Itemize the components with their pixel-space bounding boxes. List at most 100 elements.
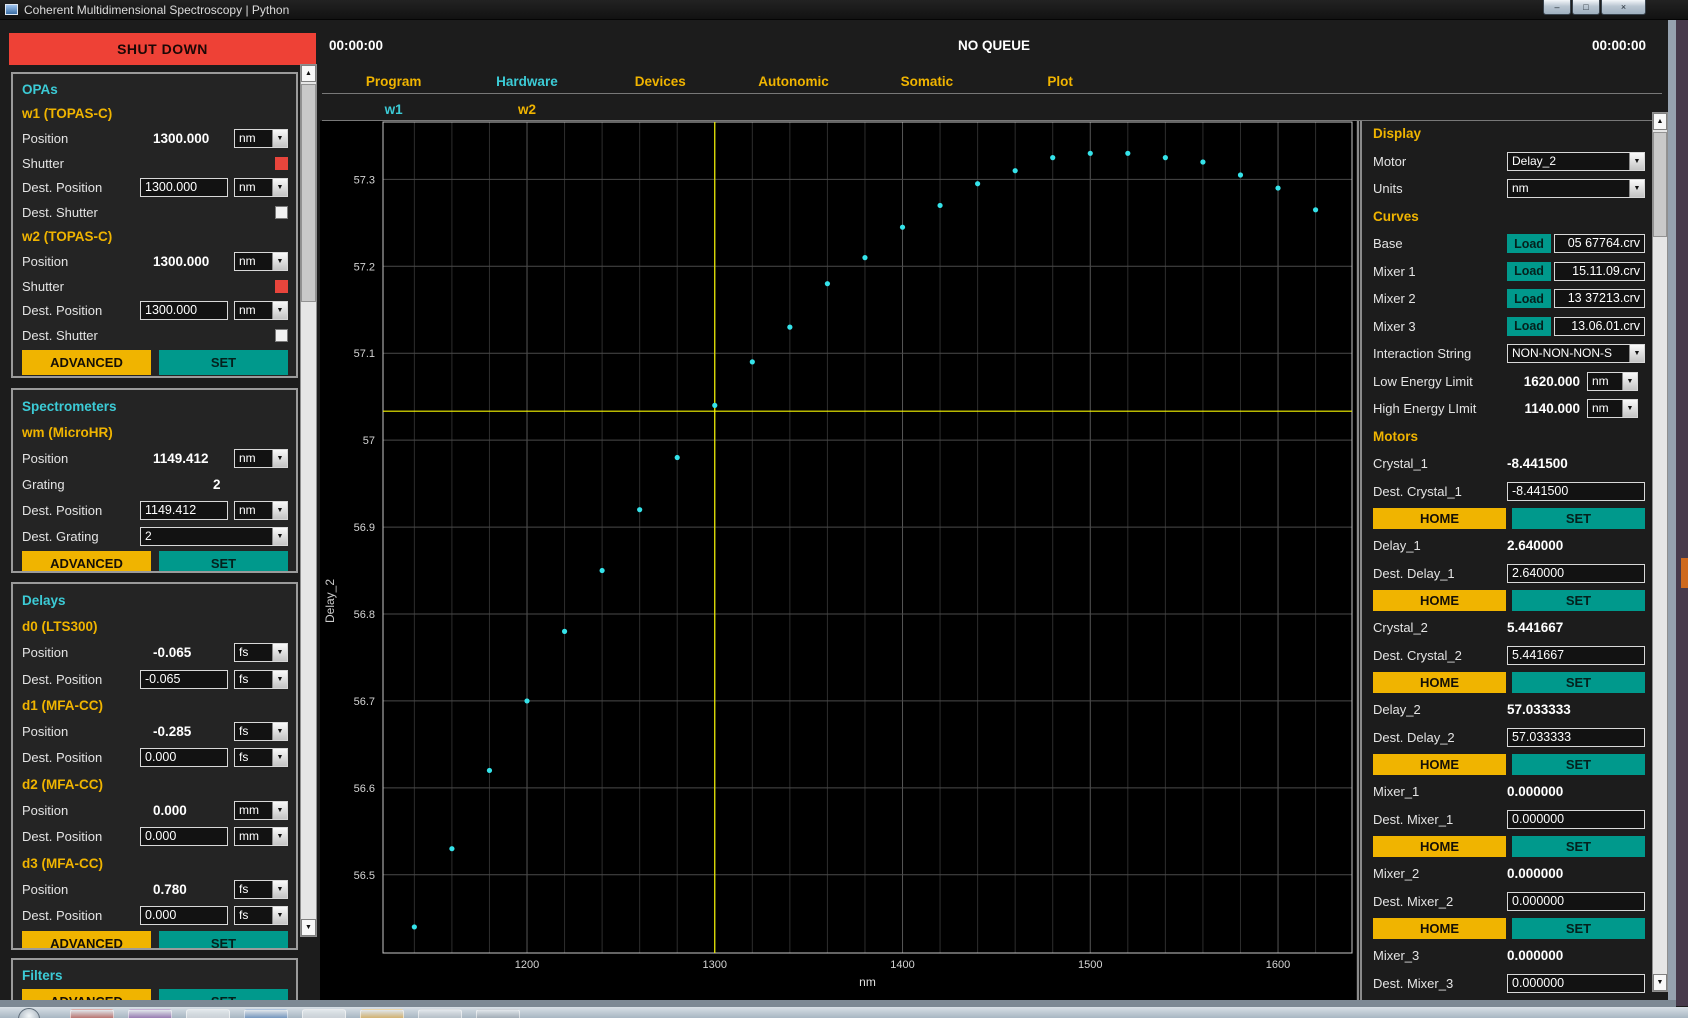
base-load-button[interactable]: Load (1507, 234, 1551, 253)
mixer-1-home-button[interactable]: HOME (1373, 836, 1506, 857)
dest-position-input[interactable]: 1300.000 (140, 301, 228, 320)
subtab-w2[interactable]: w2 (460, 102, 593, 117)
right-scrollbar[interactable]: ▲ ▼ (1652, 112, 1668, 992)
delay-2-set-button[interactable]: SET (1512, 754, 1645, 775)
motor-row-mixer-3: Mixer_30.000000 (1373, 942, 1645, 970)
position-units-dropdown[interactable]: nm▼ (234, 252, 288, 271)
mixer-2-home-button[interactable]: HOME (1373, 918, 1506, 939)
motor-dropdown[interactable]: Delay_2 ▼ (1507, 152, 1645, 171)
scroll-down-icon[interactable]: ▼ (1653, 974, 1667, 991)
dest-position-input[interactable]: 0.000 (140, 827, 228, 846)
dest-delay-1-input[interactable]: 2.640000 (1507, 564, 1645, 583)
taskbar-app-2[interactable] (128, 1009, 172, 1018)
mixer-2-file-input[interactable]: 13 37213.crv (1554, 289, 1645, 308)
tab-hardware[interactable]: Hardware (460, 74, 593, 89)
dest-shutter-checkbox[interactable] (275, 206, 288, 219)
base-file-input[interactable]: 05 67764.crv (1554, 234, 1645, 253)
interaction-dropdown[interactable]: NON-NON-NON-S ▼ (1507, 344, 1645, 363)
mixer-1-load-button[interactable]: Load (1507, 262, 1551, 281)
mixer-1-file-name: 15.11.09.crv (1572, 264, 1640, 279)
crystal-2-home-button[interactable]: HOME (1373, 672, 1506, 693)
taskbar-app-3[interactable] (186, 1009, 230, 1018)
position-units-dropdown[interactable]: nm▼ (234, 449, 288, 468)
position-units-dropdown[interactable]: fs▼ (234, 643, 288, 662)
maximize-icon[interactable]: □ (1572, 0, 1600, 15)
left-scrollbar[interactable]: ▲ ▼ (300, 64, 317, 937)
taskbar-app-1[interactable] (70, 1009, 114, 1018)
mixer-3-load-button[interactable]: Load (1507, 317, 1551, 336)
position-units-dropdown[interactable]: nm▼ (234, 129, 288, 148)
dest-position-input[interactable]: 1300.000 (140, 178, 228, 197)
crystal-1-set-button[interactable]: SET (1512, 508, 1645, 529)
tab-somatic[interactable]: Somatic (860, 74, 993, 89)
dest-position-units-dropdown[interactable]: nm▼ (234, 178, 288, 197)
dest-delay-2-input[interactable]: 57.033333 (1507, 728, 1645, 747)
dest-position-units-dropdown[interactable]: fs▼ (234, 748, 288, 767)
dest-position-units-dropdown[interactable]: nm▼ (234, 301, 288, 320)
taskbar-app-7[interactable] (418, 1009, 462, 1018)
dest-grating-dropdown[interactable]: 2▼ (140, 527, 288, 546)
shutdown-button[interactable]: SHUT DOWN (9, 33, 316, 65)
dest-position-input[interactable]: 1149.412 (140, 501, 228, 520)
plot-canvas[interactable]: 1200130014001500160056.556.656.756.856.9… (320, 121, 1356, 1002)
dest-crystal-2-input[interactable]: 5.441667 (1507, 646, 1645, 665)
set-button[interactable]: SET (159, 350, 288, 375)
taskbar-app-6[interactable] (360, 1009, 404, 1018)
delay-1-home-button[interactable]: HOME (1373, 590, 1506, 611)
motor-buttons-crystal-2: HOME SET (1373, 672, 1645, 693)
right-scrollbar-thumb[interactable] (1653, 132, 1667, 237)
dest-mixer-1-input[interactable]: 0.000000 (1507, 810, 1645, 829)
tab-autonomic[interactable]: Autonomic (727, 74, 860, 89)
dest-position-units-dropdown[interactable]: nm▼ (234, 501, 288, 520)
dest-position-units-dropdown[interactable]: mm▼ (234, 827, 288, 846)
dest-crystal-1-label: Dest. Crystal_1 (1373, 484, 1507, 499)
scroll-down-icon[interactable]: ▼ (301, 919, 316, 936)
advanced-button[interactable]: ADVANCED (22, 931, 151, 950)
position-units-dropdown[interactable]: fs▼ (234, 880, 288, 899)
mixer-1-set-button[interactable]: SET (1512, 836, 1645, 857)
advanced-button[interactable]: ADVANCED (22, 350, 151, 375)
crystal-2-set-button[interactable]: SET (1512, 672, 1645, 693)
dest-mixer-2-input[interactable]: 0.000000 (1507, 892, 1645, 911)
dest-position-input[interactable]: 0.000 (140, 748, 228, 767)
position-units-dropdown[interactable]: fs▼ (234, 722, 288, 741)
mixer-2-set-button[interactable]: SET (1512, 918, 1645, 939)
left-scrollbar-thumb[interactable] (301, 84, 316, 302)
mixer-2-load-button[interactable]: Load (1507, 289, 1551, 308)
set-button[interactable]: SET (159, 551, 288, 573)
high-energy-limit-units-dropdown[interactable]: nm▼ (1587, 399, 1638, 418)
scroll-up-icon[interactable]: ▲ (301, 65, 316, 82)
minimize-icon[interactable]: – (1543, 0, 1571, 15)
delay-1-set-button[interactable]: SET (1512, 590, 1645, 611)
position-units-dropdown[interactable]: mm▼ (234, 801, 288, 820)
dest-position-input[interactable]: -0.065 (140, 670, 228, 689)
dest-mixer-3-input[interactable]: 0.000000 (1507, 974, 1645, 993)
delay-2-home-button[interactable]: HOME (1373, 754, 1506, 775)
taskbar-app-4[interactable] (244, 1009, 288, 1018)
tab-program[interactable]: Program (327, 74, 460, 89)
subtab-w1[interactable]: w1 (327, 102, 460, 117)
dest-crystal-1-input[interactable]: -8.441500 (1507, 482, 1645, 501)
dest-shutter-checkbox[interactable] (275, 329, 288, 342)
dest-position-input[interactable]: 0.000 (140, 906, 228, 925)
tab-plot[interactable]: Plot (993, 74, 1126, 89)
hardware-subtabs: w1w2 (327, 102, 594, 117)
y-tick-label: 56.5 (354, 870, 375, 882)
tab-devices[interactable]: Devices (594, 74, 727, 89)
close-icon[interactable]: × (1601, 0, 1646, 15)
set-button[interactable]: SET (159, 931, 288, 950)
advanced-button[interactable]: ADVANCED (22, 551, 151, 573)
low-energy-limit-units-dropdown[interactable]: nm▼ (1587, 372, 1638, 391)
scroll-up-icon[interactable]: ▲ (1653, 113, 1667, 130)
start-button[interactable] (18, 1008, 40, 1018)
mixer-1-file-input[interactable]: 15.11.09.crv (1554, 262, 1645, 281)
units-dropdown[interactable]: nm ▼ (1507, 179, 1645, 198)
section-title-opas: OPAs (22, 82, 58, 97)
dest-position-units-dropdown[interactable]: fs▼ (234, 670, 288, 689)
dest-position-units-dropdown[interactable]: fs▼ (234, 906, 288, 925)
mixer-3-file-input[interactable]: 13.06.01.crv (1554, 317, 1645, 336)
crystal-1-home-button[interactable]: HOME (1373, 508, 1506, 529)
data-point (862, 255, 867, 260)
taskbar-app-5[interactable] (302, 1009, 346, 1018)
taskbar-app-8[interactable] (476, 1009, 520, 1018)
